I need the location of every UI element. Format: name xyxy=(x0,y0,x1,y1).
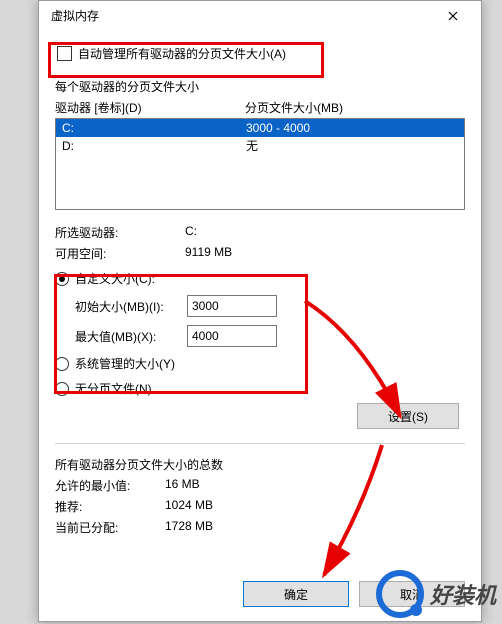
radio-system-managed-label: 系统管理的大小(Y) xyxy=(75,355,175,372)
free-space-label: 可用空间: xyxy=(55,245,185,262)
selected-drive-value: C: xyxy=(185,224,465,241)
initial-size-input[interactable] xyxy=(187,295,277,317)
free-space-value: 9119 MB xyxy=(185,245,465,262)
titlebar: 虚拟内存 xyxy=(39,1,481,31)
drive-row-d[interactable]: D: 无 xyxy=(56,137,464,155)
dialog-title: 虚拟内存 xyxy=(47,1,99,31)
initial-size-label: 初始大小(MB)(I): xyxy=(75,298,187,315)
col-size-header: 分页文件大小(MB) xyxy=(245,99,465,116)
recommended-value: 1024 MB xyxy=(165,498,465,515)
radio-no-paging-label: 无分页文件(N) xyxy=(75,380,152,397)
min-allowed-label: 允许的最小值: xyxy=(55,477,165,494)
current-alloc-value: 1728 MB xyxy=(165,519,465,536)
radio-no-paging[interactable] xyxy=(55,382,69,396)
col-drive-header: 驱动器 [卷标](D) xyxy=(55,99,245,116)
recommended-label: 推荐: xyxy=(55,498,165,515)
ok-button[interactable]: 确定 xyxy=(243,581,349,607)
max-size-label: 最大值(MB)(X): xyxy=(75,328,187,345)
auto-manage-label: 自动管理所有驱动器的分页文件大小(A) xyxy=(78,45,286,62)
close-icon xyxy=(448,11,458,21)
drive-row-c[interactable]: C: 3000 - 4000 xyxy=(56,119,464,137)
watermark: 好装机 xyxy=(376,570,496,618)
drive-list-header: 驱动器 [卷标](D) 分页文件大小(MB) xyxy=(55,99,465,116)
totals-title: 所有驱动器分页文件大小的总数 xyxy=(55,456,465,473)
selected-drive-label: 所选驱动器: xyxy=(55,224,185,241)
current-alloc-label: 当前已分配: xyxy=(55,519,165,536)
each-drive-title: 每个驱动器的分页文件大小 xyxy=(55,78,465,95)
close-button[interactable] xyxy=(433,2,473,30)
radio-custom-size[interactable] xyxy=(55,272,69,286)
radio-custom-size-label: 自定义大小(C): xyxy=(75,270,155,287)
set-button[interactable]: 设置(S) xyxy=(357,403,459,429)
watermark-icon xyxy=(376,570,424,618)
min-allowed-value: 16 MB xyxy=(165,477,465,494)
max-size-input[interactable] xyxy=(187,325,277,347)
drive-listbox[interactable]: C: 3000 - 4000 D: 无 xyxy=(55,118,465,210)
watermark-text: 好装机 xyxy=(430,578,496,610)
radio-system-managed[interactable] xyxy=(55,357,69,371)
virtual-memory-dialog: 虚拟内存 自动管理所有驱动器的分页文件大小(A) 每个驱动器的分页文件大小 驱动… xyxy=(38,0,482,622)
auto-manage-checkbox[interactable] xyxy=(57,46,72,61)
